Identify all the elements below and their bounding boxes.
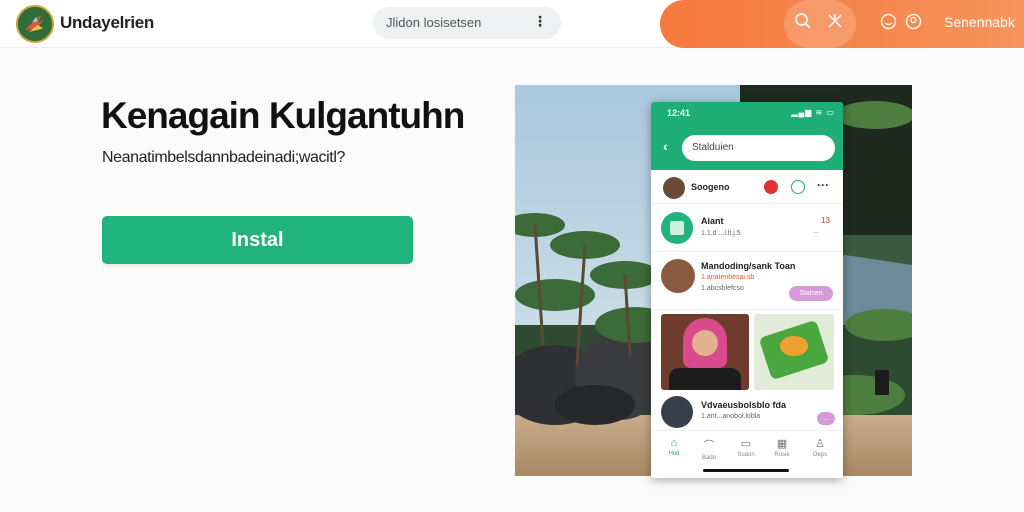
app-logo[interactable] <box>16 5 54 43</box>
avatar <box>663 177 685 199</box>
item-detail: 1.abcsblefcso <box>701 285 744 292</box>
item-title: Vdvaeusbolsblo fda <box>701 400 787 410</box>
emoji-icon[interactable] <box>791 180 805 194</box>
top-bar: Undayelrien Jlidon losisetsen ⋮ Senennab… <box>0 0 1024 48</box>
avatar <box>661 259 695 293</box>
phone-mockup: 12:41 ▂▄▆ ≋ ▭ ‹ Stalduien Soogeno ··· Ai… <box>651 102 843 478</box>
phone-profile-row[interactable]: Soogeno ··· <box>651 170 843 204</box>
more-icon[interactable]: ··· <box>817 178 829 192</box>
app-icon <box>661 212 693 244</box>
home-icon: ⌂ <box>670 437 678 449</box>
phone-status-icons: ▂▄▆ ≋ ▭ <box>791 108 835 117</box>
user-icon[interactable] <box>905 13 922 35</box>
nav-profile[interactable]: ♙ Deps <box>805 437 835 458</box>
search-text: Jlidon losisetsen <box>386 15 482 30</box>
header-actions-panel: Senennabk <box>660 0 1024 48</box>
item-action-button[interactable]: ... <box>817 412 835 425</box>
hero-subtitle: Neanatimbelsdannbadeinadi;wacitl? <box>102 149 345 166</box>
media-tile[interactable] <box>661 314 749 390</box>
item-title: Mandoding/sank Toan <box>701 261 796 271</box>
hero-title: Kenagain Kulgantuhn <box>101 95 465 136</box>
avatar <box>661 396 693 428</box>
item-subtitle: 1.anatenbesai.sb <box>701 274 755 281</box>
profile-name: Soogeno <box>691 182 730 192</box>
more-options-icon[interactable]: ⋮ <box>533 13 547 30</box>
phone-bottom-nav: ⌂ Hod ⌒ Bado ▭ Suaon ▦ Rosie ♙ Deps <box>651 430 843 478</box>
person-icon: ♙ <box>815 438 825 450</box>
back-icon[interactable]: ‹ <box>663 138 668 154</box>
install-button[interactable]: Instal <box>102 216 413 264</box>
list-item[interactable]: Aiant 1.1.d ...l.lt.j.5 13 ... <box>651 206 843 252</box>
phone-header: 12:41 ▂▄▆ ≋ ▭ ‹ Stalduien <box>651 102 843 170</box>
home-indicator <box>703 469 789 472</box>
nav-notifications[interactable]: ⌒ Bado <box>694 437 724 461</box>
bird-icon <box>18 7 52 41</box>
list-item[interactable]: Mandoding/sank Toan 1.anatenbesai.sb 1.a… <box>651 254 843 310</box>
phone-search-input[interactable]: Stalduien <box>682 135 835 161</box>
record-icon[interactable] <box>764 180 778 194</box>
brand-name: Undayelrien <box>60 13 155 32</box>
phone-time: 12:41 <box>667 108 691 118</box>
grid-icon: ▦ <box>776 438 788 450</box>
item-badge: ... <box>813 228 819 235</box>
item-title: Aiant <box>701 216 724 226</box>
smile-icon[interactable] <box>880 13 897 35</box>
item-subtitle: 1.ant...anobol.lobla <box>701 413 761 420</box>
search-bar[interactable]: Jlidon losisetsen ⋮ <box>373 7 561 39</box>
bell-icon: ⌒ <box>703 440 715 452</box>
phone-search-text: Stalduien <box>692 142 734 153</box>
media-tile[interactable] <box>754 314 834 390</box>
item-action-button[interactable]: Stalsen <box>789 286 833 301</box>
close-icon[interactable] <box>826 12 844 35</box>
signin-link[interactable]: Senennabk <box>944 14 1015 30</box>
chat-icon: ▭ <box>740 438 752 450</box>
item-subtitle: 1.1.d ...l.lt.j.5 <box>701 230 741 237</box>
nav-home[interactable]: ⌂ Hod <box>659 437 689 457</box>
item-count: 13 <box>821 216 830 225</box>
nav-chat[interactable]: ▭ Suaon <box>731 437 761 458</box>
search-icon[interactable] <box>794 12 812 35</box>
list-item[interactable]: Vdvaeusbolsblo fda 1.ant...anobol.lobla … <box>651 392 843 432</box>
nav-grid[interactable]: ▦ Rosie <box>767 437 797 458</box>
